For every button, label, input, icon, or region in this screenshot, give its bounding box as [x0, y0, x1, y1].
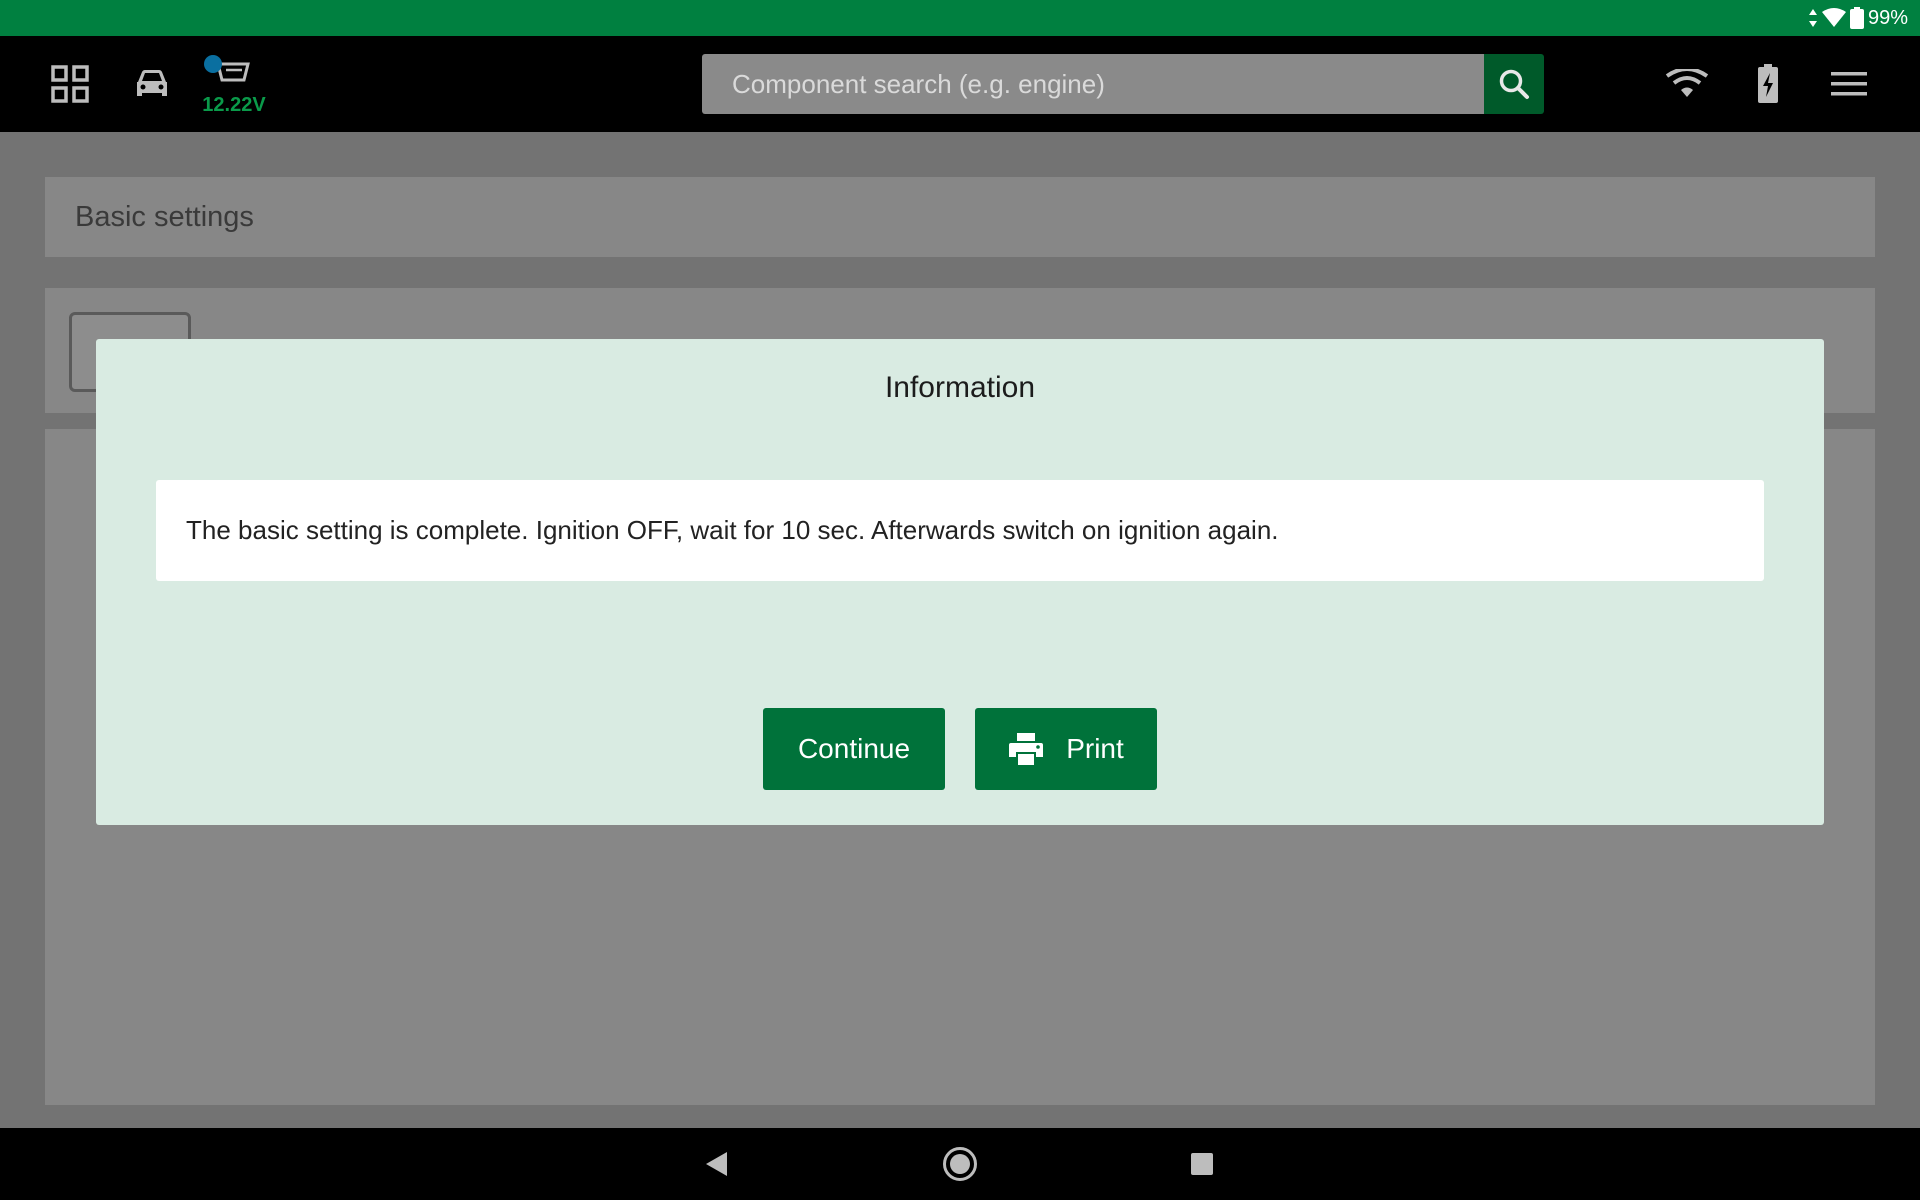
back-button[interactable]: [680, 1128, 752, 1200]
system-nav-bar: [0, 1128, 1920, 1200]
search-input[interactable]: [702, 54, 1484, 114]
recents-icon: [1191, 1153, 1213, 1175]
search-icon: [1499, 69, 1529, 99]
obd-connector-icon[interactable]: [200, 52, 256, 92]
battery-charging-icon[interactable]: [1744, 58, 1792, 110]
dialog-message: The basic setting is complete. Ignition …: [156, 480, 1764, 581]
search-button[interactable]: [1484, 54, 1544, 114]
wifi-icon: [1821, 8, 1846, 28]
information-dialog: Information The basic setting is complet…: [96, 339, 1824, 825]
component-search: [702, 54, 1484, 114]
data-arrows-icon: [1808, 8, 1818, 28]
page-title-panel: Basic settings: [45, 177, 1875, 257]
status-bar: 99%: [0, 0, 1920, 36]
app-toolbar: 12.22V: [0, 36, 1920, 132]
dialog-title: Information: [884, 371, 1036, 404]
continue-button-label: Continue: [797, 733, 911, 764]
home-icon: [943, 1147, 977, 1181]
status-icons: 99%: [1808, 0, 1908, 36]
car-icon[interactable]: [128, 60, 176, 108]
print-button[interactable]: Print: [975, 708, 1157, 790]
wifi-icon[interactable]: [1663, 60, 1711, 108]
print-button-label: Print: [1066, 733, 1124, 764]
battery-icon: [1849, 7, 1864, 29]
battery-voltage: 12.22V: [202, 94, 266, 116]
printer-icon: [1009, 733, 1044, 765]
dialog-message-text: The basic setting is complete. Ignition …: [186, 515, 1279, 545]
grid-menu-icon[interactable]: [46, 60, 94, 108]
hamburger-menu-icon[interactable]: [1825, 60, 1873, 108]
page-title: Basic settings: [75, 201, 254, 233]
recents-button[interactable]: [1166, 1128, 1238, 1200]
battery-percent: 99%: [1867, 6, 1908, 29]
back-icon: [706, 1152, 727, 1176]
home-button[interactable]: [924, 1128, 996, 1200]
continue-button[interactable]: Continue: [763, 708, 945, 790]
